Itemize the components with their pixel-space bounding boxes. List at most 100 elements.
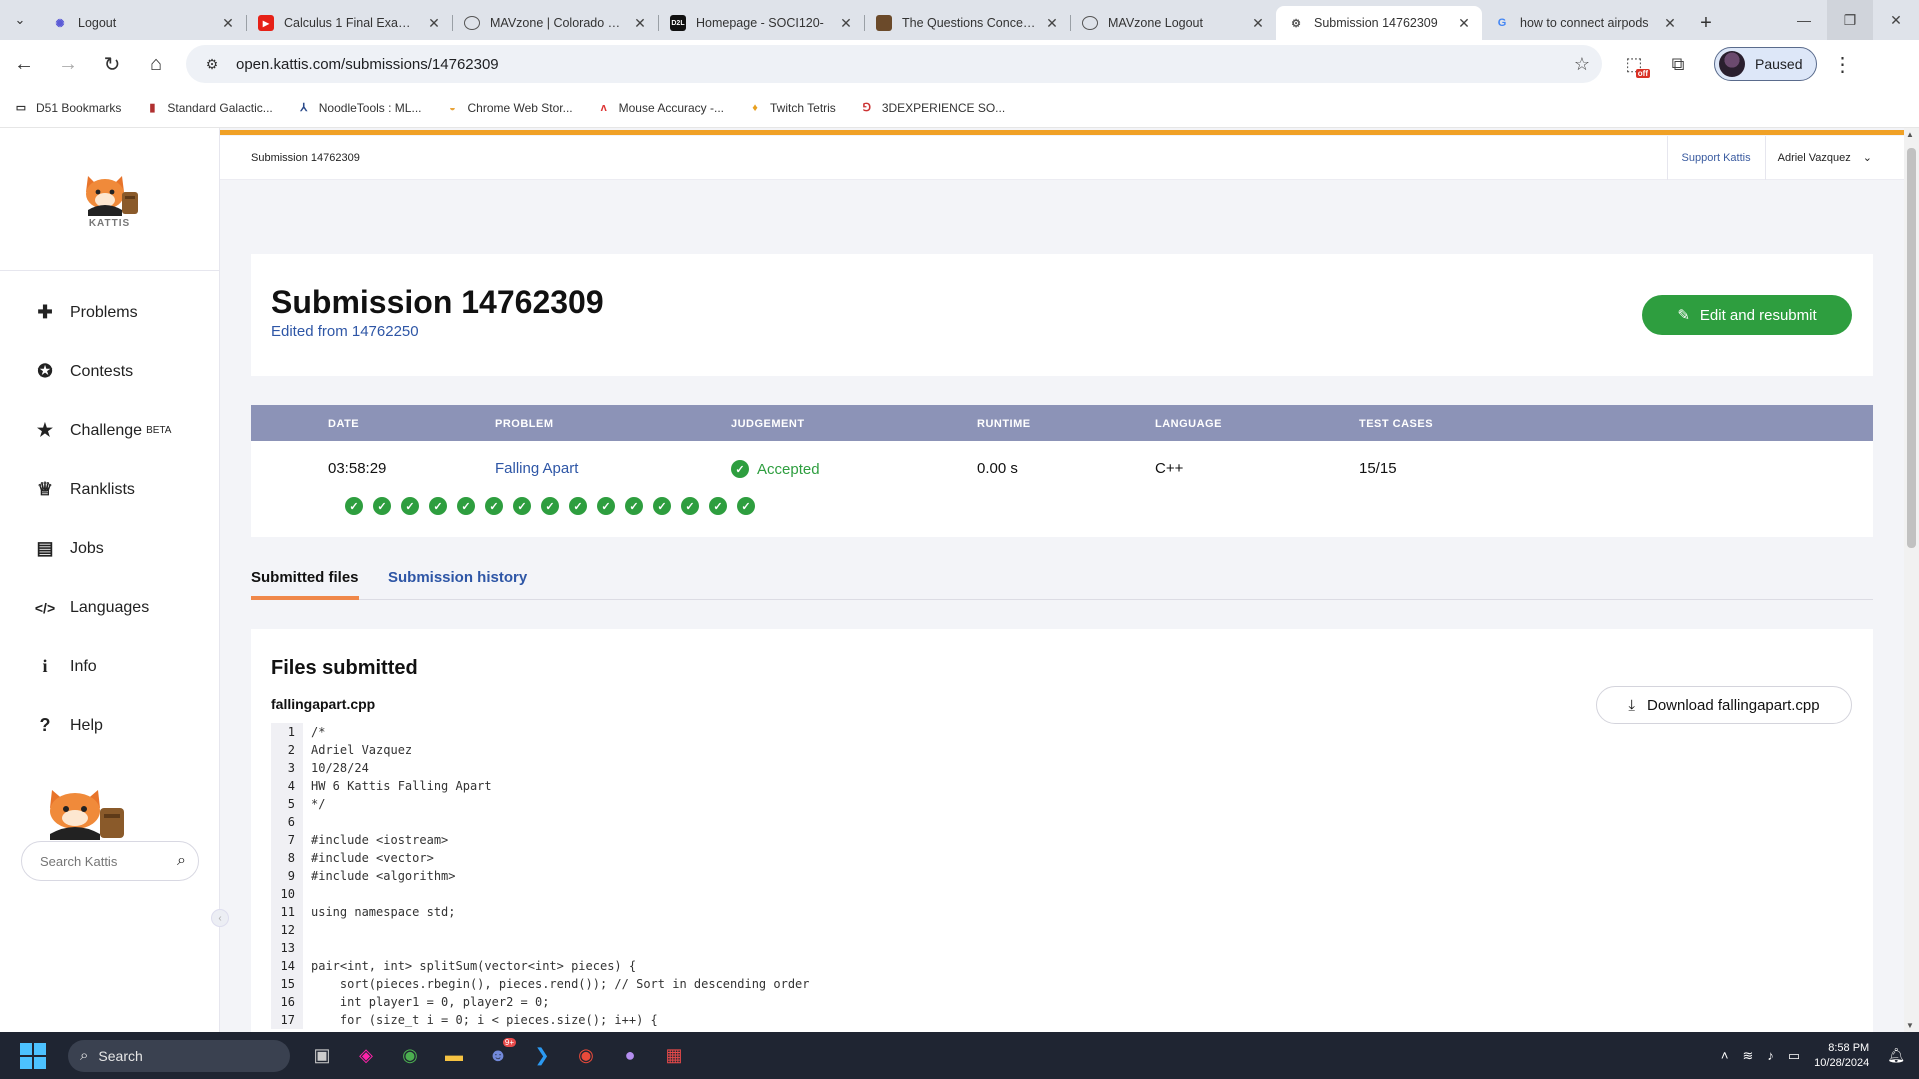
browser-tab[interactable]: MAVzone Logout ✕	[1070, 6, 1276, 40]
test-case-pass-icon[interactable]: ✓	[457, 497, 475, 515]
user-menu[interactable]: Adriel Vazquez ⌄	[1766, 151, 1884, 165]
kattis-logo[interactable]: KATTIS	[0, 128, 219, 271]
sidebar-item-info[interactable]: i Info	[0, 637, 219, 696]
bookmark-item[interactable]: ⅁ 3DEXPERIENCE SO...	[860, 101, 1006, 115]
close-icon[interactable]: ✕	[1456, 15, 1472, 32]
bookmark-item[interactable]: ▮ Standard Galactic...	[145, 101, 272, 115]
test-case-pass-icon[interactable]: ✓	[625, 497, 643, 515]
chrome-profile-icon[interactable]: ◉	[568, 1038, 604, 1074]
address-bar[interactable]: ⚙ open.kattis.com/submissions/14762309 ☆	[186, 45, 1602, 83]
notification-bell-icon[interactable]: 🔔︎	[1887, 1047, 1905, 1064]
bookmark-star-icon[interactable]: ☆	[1574, 54, 1590, 75]
sidebar-item-challenge[interactable]: ★ Challenge BETA	[0, 401, 219, 460]
volume-icon[interactable]: ♪	[1767, 1048, 1774, 1063]
browser-tab[interactable]: MAVzone | Colorado Mesa ✕	[452, 6, 658, 40]
search-input[interactable]	[40, 853, 150, 869]
test-case-pass-icon[interactable]: ✓	[429, 497, 447, 515]
windows-start-icon[interactable]	[20, 1042, 46, 1069]
page-scrollbar[interactable]: ▲ ▼	[1904, 128, 1919, 1032]
restore-icon[interactable]: ❐	[1827, 0, 1873, 40]
close-window-icon[interactable]: ✕	[1873, 0, 1919, 40]
back-icon[interactable]: ←	[4, 44, 44, 84]
test-case-pass-icon[interactable]: ✓	[737, 497, 755, 515]
browser-tab-active[interactable]: ⚙ Submission 14762309 ✕	[1276, 6, 1482, 40]
github-icon[interactable]: ●	[612, 1038, 648, 1074]
chevron-up-icon[interactable]: ˄	[1721, 1048, 1729, 1063]
clock[interactable]: 8:58 PM 10/28/2024	[1814, 1041, 1869, 1071]
chrome-icon[interactable]: ◉	[392, 1038, 428, 1074]
test-case-pass-icon[interactable]: ✓	[597, 497, 615, 515]
sidebar-item-contests[interactable]: ✪ Contests	[0, 342, 219, 401]
more-menu-icon[interactable]: ⋮	[1825, 52, 1859, 77]
scroll-down-icon[interactable]: ▼	[1906, 1021, 1914, 1030]
close-icon[interactable]: ✕	[838, 15, 854, 32]
extensions-puzzle-icon[interactable]: ⧉	[1656, 44, 1700, 84]
browser-tab[interactable]: ▶ Calculus 1 Final Exam Review ✕	[246, 6, 452, 40]
tab-submission-history[interactable]: Submission history	[388, 569, 527, 586]
support-link[interactable]: Support Kattis	[1666, 135, 1766, 180]
test-case-pass-icon[interactable]: ✓	[653, 497, 671, 515]
close-icon[interactable]: ✕	[220, 15, 236, 32]
sidebar-collapse-icon[interactable]: ‹	[211, 909, 229, 927]
test-case-pass-icon[interactable]: ✓	[569, 497, 587, 515]
sidebar-item-jobs[interactable]: ▤ Jobs	[0, 519, 219, 578]
new-tab-button[interactable]: +	[1688, 6, 1724, 40]
sidebar-item-ranklists[interactable]: ♕ Ranklists	[0, 460, 219, 519]
url-text[interactable]: open.kattis.com/submissions/14762309	[236, 56, 1574, 73]
download-icon: ⤓	[1628, 696, 1635, 714]
bookmark-item[interactable]: ▭ D51 Bookmarks	[14, 101, 122, 115]
browser-tab[interactable]: D2L Homepage - SOCI120- ✕	[658, 6, 864, 40]
bookmark-item[interactable]: ◒ Chrome Web Stor...	[445, 101, 572, 115]
search-box[interactable]: ⌕	[21, 841, 199, 881]
minimize-icon[interactable]: —	[1781, 0, 1827, 40]
bookmark-item[interactable]: ⅄ NoodleTools : ML...	[297, 101, 421, 115]
taskbar-search[interactable]: ⌕ Search	[68, 1039, 290, 1072]
discord-icon[interactable]: ☻ 9+	[480, 1037, 516, 1074]
test-case-pass-icon[interactable]: ✓	[485, 497, 503, 515]
site-info-icon[interactable]: ⚙	[198, 50, 226, 78]
close-icon[interactable]: ✕	[426, 15, 442, 32]
bookmark-item[interactable]: ʌ Mouse Accuracy -...	[597, 101, 724, 115]
file-explorer-icon[interactable]: ▬	[436, 1038, 472, 1074]
test-case-pass-icon[interactable]: ✓	[401, 497, 419, 515]
extension-off-icon[interactable]: ⬚ off	[1612, 44, 1656, 84]
sidebar-item-problems[interactable]: ✚ Problems	[0, 283, 219, 342]
wifi-icon[interactable]: ≋	[1742, 1048, 1753, 1064]
close-icon[interactable]: ✕	[1044, 15, 1060, 32]
profile-button[interactable]: Paused	[1714, 47, 1818, 81]
scroll-up-icon[interactable]: ▲	[1906, 130, 1914, 139]
app-icon[interactable]: ▦	[656, 1038, 692, 1074]
browser-tab[interactable]: G how to connect airpods ✕	[1482, 6, 1688, 40]
problem-link[interactable]: Falling Apart	[495, 460, 578, 477]
edited-from-link[interactable]: Edited from 14762250	[271, 323, 419, 340]
test-case-pass-icon[interactable]: ✓	[709, 497, 727, 515]
test-case-pass-icon[interactable]: ✓	[513, 497, 531, 515]
reload-icon[interactable]: ↻	[92, 44, 132, 84]
tab-search-chevron-icon[interactable]: ⌄	[0, 0, 40, 40]
test-case-pass-icon[interactable]: ✓	[345, 497, 363, 515]
browser-tab[interactable]: The Questions Concerning ✕	[864, 6, 1070, 40]
bookmark-item[interactable]: ♦ Twitch Tetris	[748, 101, 836, 115]
close-icon[interactable]: ✕	[1250, 15, 1266, 32]
battery-icon[interactable]: ▭	[1788, 1048, 1800, 1064]
scrollbar-thumb[interactable]	[1907, 148, 1916, 548]
code-viewer[interactable]: 1 /* 2 Adriel Vazquez 3 10/28/24 4 HW 6 Kattis …	[271, 723, 1851, 1029]
close-icon[interactable]: ✕	[1662, 15, 1678, 32]
sidebar-item-languages[interactable]: </> Languages	[0, 578, 219, 637]
download-file-button[interactable]: ⤓ Download fallingapart.cpp	[1596, 686, 1852, 724]
browser-tab[interactable]: ✺ Logout ✕	[40, 6, 246, 40]
tab-title: how to connect airpods	[1520, 16, 1649, 30]
home-icon[interactable]: ⌂	[136, 44, 176, 84]
sidebar-item-help[interactable]: ? Help	[0, 696, 219, 755]
task-view-icon[interactable]: ▣	[304, 1038, 340, 1074]
test-case-pass-icon[interactable]: ✓	[541, 497, 559, 515]
search-icon[interactable]: ⌕	[177, 852, 186, 870]
test-case-pass-icon[interactable]: ✓	[373, 497, 391, 515]
edit-resubmit-button[interactable]: ✎ Edit and resubmit	[1642, 295, 1852, 335]
vscode-icon[interactable]: ❯	[524, 1038, 560, 1074]
forward-icon[interactable]: →	[48, 44, 88, 84]
tab-submitted-files[interactable]: Submitted files	[251, 569, 359, 600]
close-icon[interactable]: ✕	[632, 15, 648, 32]
test-case-pass-icon[interactable]: ✓	[681, 497, 699, 515]
copilot-icon[interactable]: ◈	[348, 1038, 384, 1074]
